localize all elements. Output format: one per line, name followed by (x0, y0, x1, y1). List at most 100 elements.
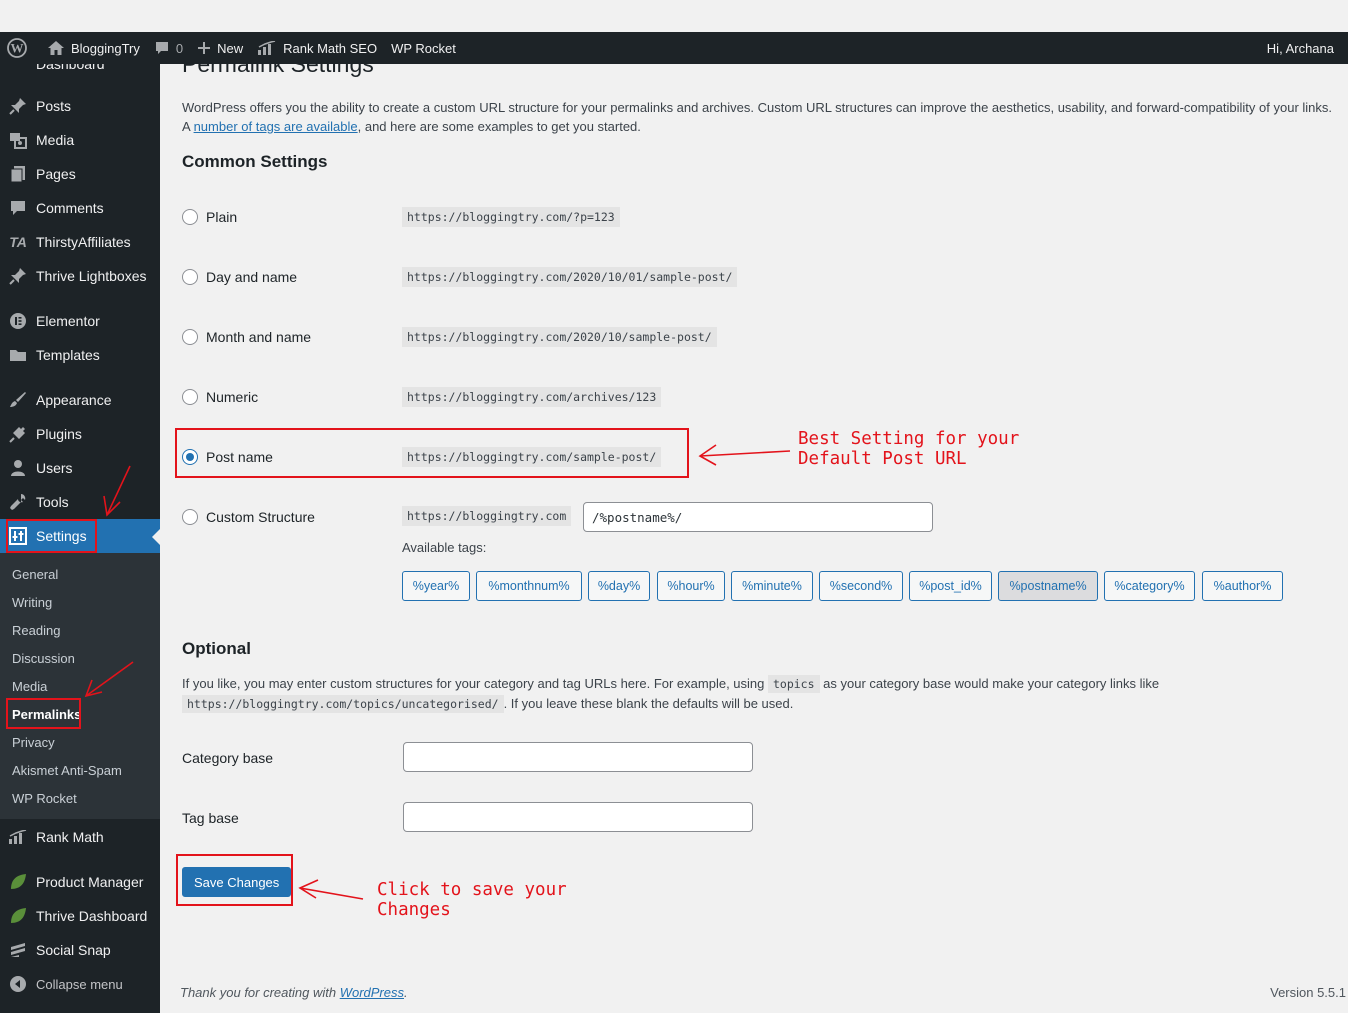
radio-day-and-name[interactable] (182, 269, 198, 285)
sidebar-item-appearance[interactable]: Appearance (0, 383, 160, 417)
optional-text-3: . If you leave these blank the defaults … (503, 696, 794, 711)
tag-button-minute[interactable]: %minute% (731, 571, 813, 601)
tag-base-label: Tag base (182, 810, 239, 826)
comments-link[interactable]: 0 (147, 32, 190, 64)
submenu-item-reading[interactable]: Reading (12, 623, 60, 638)
sidebar-item-label: Pages (36, 166, 76, 182)
option-label: Custom Structure (206, 509, 315, 525)
topics-code: topics (767, 675, 820, 693)
option-label: Day and name (206, 269, 298, 285)
submenu-item-wp-rocket[interactable]: WP Rocket (12, 791, 77, 806)
wordpress-logo-button[interactable]: W (0, 32, 40, 64)
annotation-box-post-name (175, 428, 689, 478)
submenu-item-privacy[interactable]: Privacy (12, 735, 55, 750)
collapse-menu-button[interactable]: Collapse menu (0, 967, 160, 1001)
tag-base-input[interactable] (403, 802, 753, 832)
tag-button-year[interactable]: %year% (402, 571, 470, 601)
example-url-month-and-name: https://bloggingtry.com/2020/10/sample-p… (402, 327, 717, 347)
sidebar-item-label: ThirstyAffiliates (36, 234, 131, 250)
sidebar-item-label: Rank Math (36, 829, 104, 845)
sidebar-item-thirstyaffiliates[interactable]: TA ThirstyAffiliates (0, 225, 160, 259)
sidebar-item-plugins[interactable]: Plugins (0, 417, 160, 451)
option-custom-structure[interactable]: Custom Structure (182, 506, 315, 528)
submenu-item-discussion[interactable]: Discussion (12, 651, 75, 666)
thirstyaffiliates-icon: TA (9, 234, 27, 250)
sidebar-item-elementor[interactable]: Elementor (0, 304, 160, 338)
leaf-icon (0, 907, 36, 925)
brush-icon (0, 391, 36, 409)
option-day-and-name[interactable]: Day and name (182, 266, 297, 288)
submenu-item-akismet[interactable]: Akismet Anti-Spam (12, 763, 122, 778)
wp-rocket-link[interactable]: WP Rocket (384, 32, 463, 64)
current-menu-arrow (152, 528, 160, 546)
optional-text-2: as your category base would make your ca… (819, 676, 1160, 691)
radio-custom-structure[interactable] (182, 509, 198, 525)
elementor-icon (0, 312, 36, 330)
option-label: Month and name (206, 329, 312, 345)
svg-text:W: W (11, 41, 24, 56)
radio-numeric[interactable] (182, 389, 198, 405)
sidebar-item-rank-math[interactable]: Rank Math (0, 820, 160, 854)
rank-math-seo-link[interactable]: Rank Math SEO (250, 32, 384, 64)
sidebar-item-thrive-dashboard[interactable]: Thrive Dashboard (0, 899, 160, 933)
option-plain[interactable]: Plain (182, 206, 237, 228)
rank-math-icon (258, 41, 276, 55)
annotation-box-save (176, 854, 293, 906)
radio-plain[interactable] (182, 209, 198, 225)
sidebar-item-comments[interactable]: Comments (0, 191, 160, 225)
custom-structure-input[interactable]: /%postname%/ (583, 502, 933, 532)
annotation-click-save: Click to save your Changes (377, 880, 567, 920)
tags-doc-link[interactable]: number of tags are available (194, 119, 358, 134)
category-base-input[interactable] (403, 742, 753, 772)
site-name-link[interactable]: BloggingTry (40, 32, 147, 64)
sidebar-item-label: Collapse menu (36, 976, 123, 992)
footer-thanks: Thank you for creating with WordPress. (180, 985, 408, 1000)
wp-rocket-label: WP Rocket (391, 40, 456, 56)
optional-heading: Optional (182, 639, 251, 658)
tag-button-post-id[interactable]: %post_id% (909, 571, 992, 601)
sidebar-item-dashboard[interactable]: Dashboard (0, 64, 160, 76)
sidebar-item-posts[interactable]: Posts (0, 89, 160, 123)
tag-button-second[interactable]: %second% (819, 571, 903, 601)
option-numeric[interactable]: Numeric (182, 386, 258, 408)
collapse-icon (0, 975, 36, 993)
available-tags-label: Available tags: (402, 540, 487, 555)
submenu-item-writing[interactable]: Writing (12, 595, 52, 610)
new-label: New (217, 40, 244, 56)
sidebar-item-product-manager[interactable]: Product Manager (0, 865, 160, 899)
comments-icon (0, 199, 36, 217)
sidebar-item-templates[interactable]: Templates (0, 338, 160, 372)
tag-button-hour[interactable]: %hour% (657, 571, 725, 601)
footer-thanks-end: . (404, 985, 408, 1000)
greeting: Hi, Archana (1266, 40, 1334, 56)
sidebar-item-users[interactable]: Users (0, 451, 160, 485)
tag-button-postname[interactable]: %postname% (998, 571, 1098, 601)
submenu-item-media[interactable]: Media (12, 679, 47, 694)
tag-button-day[interactable]: %day% (588, 571, 650, 601)
example-url-plain: https://bloggingtry.com/?p=123 (402, 207, 620, 227)
category-base-label: Category base (182, 750, 274, 766)
sidebar-item-thrive-lightboxes[interactable]: Thrive Lightboxes (0, 259, 160, 293)
option-month-and-name[interactable]: Month and name (182, 326, 311, 348)
tag-button-monthnum[interactable]: %monthnum% (476, 571, 582, 601)
tag-button-category[interactable]: %category% (1104, 571, 1195, 601)
sidebar-item-label: Product Manager (36, 874, 144, 890)
example-url-numeric: https://bloggingtry.com/archives/123 (402, 387, 662, 407)
sidebar-item-label: Users (36, 460, 73, 476)
comment-bubble-icon (155, 42, 168, 54)
sidebar-item-pages[interactable]: Pages (0, 157, 160, 191)
sidebar-item-media[interactable]: Media (0, 123, 160, 157)
my-account-link[interactable]: Hi, Archana (1260, 32, 1348, 64)
pages-icon (0, 165, 36, 183)
sidebar-item-tools[interactable]: Tools (0, 485, 160, 519)
user-icon (0, 459, 36, 477)
new-content-button[interactable]: New (190, 32, 250, 64)
sidebar-item-social-snap[interactable]: Social Snap (0, 933, 160, 967)
radio-month-and-name[interactable] (182, 329, 198, 345)
submenu-item-general[interactable]: General (12, 567, 58, 582)
plug-icon (0, 425, 36, 443)
tag-button-author[interactable]: %author% (1202, 571, 1283, 601)
folder-icon (0, 347, 36, 363)
wordpress-link[interactable]: WordPress (340, 985, 404, 1000)
social-snap-icon (0, 941, 36, 959)
